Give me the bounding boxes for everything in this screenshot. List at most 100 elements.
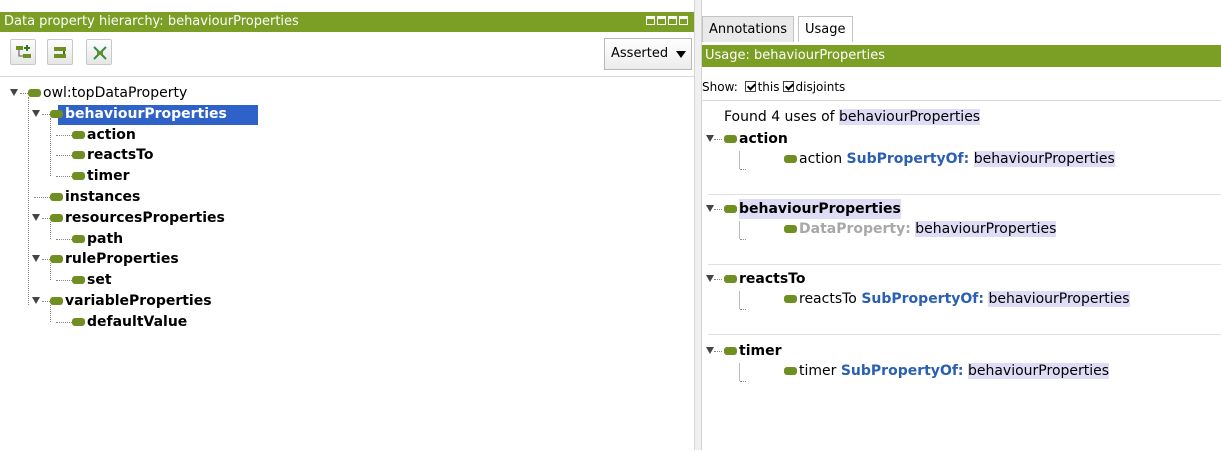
data-property-icon xyxy=(72,317,85,326)
add-sub-icon xyxy=(16,45,31,58)
tree-node[interactable]: action xyxy=(0,125,694,145)
tree-node[interactable]: reactsTo xyxy=(0,145,694,165)
tree-node[interactable]: resourcesProperties xyxy=(0,208,694,228)
close-view-icon[interactable] xyxy=(679,16,688,25)
data-property-icon xyxy=(724,347,737,355)
hierarchy-mode-select[interactable]: Asserted xyxy=(604,38,692,70)
expand-toggle-icon[interactable] xyxy=(32,213,40,221)
view-toggle-icon[interactable] xyxy=(646,16,655,25)
axiom-object: behaviourProperties xyxy=(967,363,1110,379)
usage-group-header[interactable]: reactsTo xyxy=(706,269,1206,289)
tree-node-label: ruleProperties xyxy=(65,251,179,268)
tree-connector xyxy=(42,217,50,219)
usage-axiom-text: reactsTo SubPropertyOf: behaviourPropert… xyxy=(799,288,1130,310)
data-property-icon xyxy=(724,275,737,283)
delete-icon xyxy=(93,46,107,60)
tree-node-label: path xyxy=(87,230,124,247)
show-disjoints-checkbox[interactable] xyxy=(782,81,794,92)
axiom-object: behaviourProperties xyxy=(973,151,1115,167)
expand-toggle-icon[interactable] xyxy=(706,205,714,212)
tree-node[interactable]: defaultValue xyxy=(0,312,694,332)
usage-group-title: reactsTo xyxy=(739,271,806,287)
hierarchy-panel-titlebar: Data property hierarchy: behaviourProper… xyxy=(0,12,694,32)
group-bracket xyxy=(739,291,740,309)
tree-node-label: action xyxy=(87,126,136,143)
tree-node-label: variableProperties xyxy=(65,293,212,309)
axiom-object: behaviourProperties xyxy=(915,221,1057,237)
tree-node[interactable]: owl:topDataProperty xyxy=(0,83,694,103)
tree-connector xyxy=(714,139,722,140)
restore-icon[interactable] xyxy=(668,16,677,25)
usage-axiom-text: timer SubPropertyOf: behaviourProperties xyxy=(799,360,1110,382)
expand-toggle-icon[interactable] xyxy=(706,275,714,282)
tree-node[interactable]: path xyxy=(0,229,694,249)
tree-node-label: resourcesProperties xyxy=(65,209,225,226)
data-property-icon xyxy=(28,89,41,97)
minimize-icon[interactable] xyxy=(657,16,666,25)
tree-node[interactable]: ruleProperties xyxy=(0,249,694,269)
data-property-icon xyxy=(72,172,85,181)
usage-summary: Found 4 uses of behaviourProperties xyxy=(724,107,981,127)
window-controls xyxy=(646,16,688,25)
tree-connector xyxy=(50,221,51,239)
usage-group-title: action xyxy=(739,131,788,147)
usage-group-header[interactable]: behaviourProperties xyxy=(706,199,1206,219)
delete-property-button[interactable] xyxy=(86,39,112,65)
data-property-icon xyxy=(724,205,737,213)
tree-connector xyxy=(714,279,722,280)
axiom-object: behaviourProperties xyxy=(988,291,1130,307)
add-sibling-button[interactable] xyxy=(47,39,73,65)
group-bracket xyxy=(739,221,740,239)
tree-node[interactable]: set xyxy=(0,270,694,290)
expand-toggle-icon[interactable] xyxy=(32,255,40,263)
usage-group-header[interactable]: action xyxy=(706,129,1206,149)
group-bracket xyxy=(739,363,740,381)
usage-axiom-text: action SubPropertyOf: behaviourPropertie… xyxy=(799,148,1115,170)
show-this-checkbox[interactable] xyxy=(744,81,756,92)
data-property-icon xyxy=(784,225,797,233)
tree-node-label: timer xyxy=(87,168,130,185)
tab-bar: Annotations Usage xyxy=(702,12,1221,42)
tree-node-label: owl:topDataProperty xyxy=(43,85,188,101)
tree-connector xyxy=(20,93,28,94)
group-separator xyxy=(708,334,1221,335)
tree-connector xyxy=(42,259,50,261)
show-label: Show: xyxy=(702,80,738,94)
data-property-icon xyxy=(50,255,63,264)
usage-group-title: behaviourProperties xyxy=(739,199,901,219)
show-options: Show: this disjoints xyxy=(702,77,845,97)
group-bracket xyxy=(740,381,746,382)
tree-node-label: reactsTo xyxy=(87,147,154,164)
tree-node-label: behaviourProperties xyxy=(65,105,227,122)
mode-select-value: Asserted xyxy=(611,46,669,61)
tree-node[interactable]: behaviourProperties xyxy=(0,104,694,124)
panel-splitter[interactable] xyxy=(694,0,702,450)
usage-summary-prefix: Found 4 uses of xyxy=(724,109,835,125)
add-subproperty-button[interactable] xyxy=(10,39,36,65)
tree-connector xyxy=(50,305,51,322)
tab-annotations[interactable]: Annotations xyxy=(702,16,795,42)
tab-usage[interactable]: Usage xyxy=(798,16,853,42)
expand-toggle-icon[interactable] xyxy=(32,297,40,304)
usage-group-title: timer xyxy=(739,343,782,359)
tree-node[interactable]: variableProperties xyxy=(0,291,694,311)
tree-node-label: instances xyxy=(65,189,141,205)
expand-toggle-icon[interactable] xyxy=(706,347,714,354)
tree-node[interactable]: instances xyxy=(0,187,694,207)
expand-toggle-icon[interactable] xyxy=(10,89,18,96)
data-property-icon xyxy=(50,193,63,201)
usage-titlebar: Usage: behaviourProperties xyxy=(702,45,1221,67)
expand-toggle-icon[interactable] xyxy=(706,135,714,142)
usage-group-header[interactable]: timer xyxy=(706,341,1206,361)
tree-connector xyxy=(714,351,722,352)
expand-toggle-icon[interactable] xyxy=(32,109,40,117)
data-property-icon xyxy=(72,276,85,285)
tree-connector xyxy=(50,263,51,281)
group-bracket xyxy=(740,239,746,240)
axiom-subject: action xyxy=(799,151,843,167)
tree-node[interactable]: timer xyxy=(0,166,694,186)
data-property-icon xyxy=(50,297,63,305)
axiom-subject: reactsTo xyxy=(799,291,857,307)
chevron-down-icon xyxy=(676,51,686,58)
tree-node-label: set xyxy=(87,272,112,289)
